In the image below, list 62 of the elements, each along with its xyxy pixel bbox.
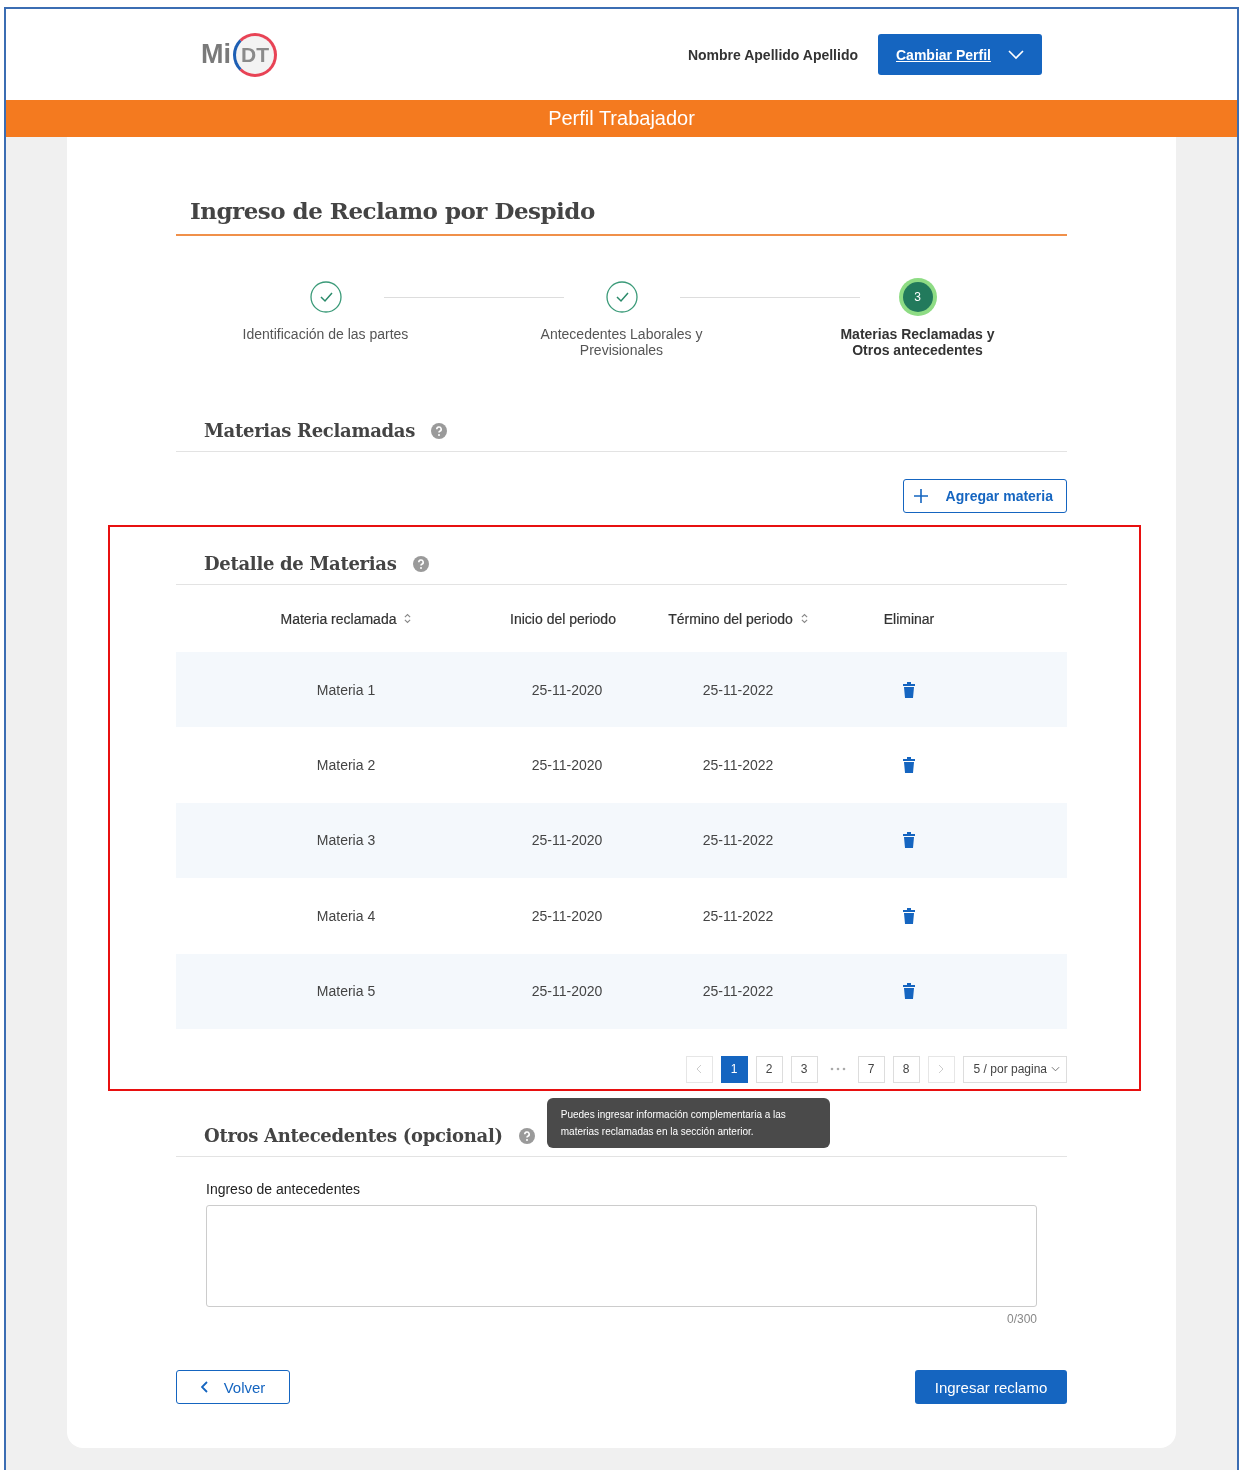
trash-icon[interactable] — [903, 832, 915, 849]
chevron-right-icon — [938, 1064, 945, 1075]
ellipsis-icon[interactable] — [829, 1067, 846, 1072]
logo-badge: DT — [233, 32, 277, 77]
table-cell: Materia 4 — [316, 907, 376, 924]
table-cell: 25-11-2020 — [531, 832, 603, 849]
change-profile-button[interactable]: Cambiar Perfil — [878, 34, 1042, 75]
table-cell: 25-11-2020 — [531, 757, 603, 774]
step-label: Identificación de las partes — [242, 326, 409, 342]
table-cell: 25-11-2022 — [702, 757, 774, 774]
column-header: Término del periodo — [668, 610, 793, 627]
column-header: Eliminar — [883, 610, 935, 627]
step-number: 3 — [902, 282, 933, 312]
trash-icon[interactable] — [903, 757, 915, 774]
table-cell: 25-11-2022 — [702, 983, 774, 1000]
add-subject-button[interactable]: Agregar materia — [902, 479, 1067, 513]
trash-icon[interactable] — [903, 907, 915, 924]
submit-button[interactable]: Ingresar reclamo — [915, 1370, 1067, 1404]
logo[interactable]: Mi DT — [201, 32, 277, 77]
column-header: Materia reclamada — [280, 610, 397, 627]
help-icon[interactable] — [518, 1127, 535, 1144]
sort-icon[interactable] — [404, 613, 412, 624]
page-button[interactable]: 1 — [720, 1055, 748, 1083]
section-title: Materias Reclamadas — [204, 420, 415, 441]
table-cell: 25-11-2020 — [531, 681, 603, 698]
page-button[interactable]: 8 — [892, 1055, 920, 1083]
help-icon[interactable] — [431, 422, 447, 439]
table-cell: 25-11-2022 — [702, 681, 774, 698]
logo-text: Mi — [201, 39, 231, 70]
section-title: Detalle de Materias — [204, 553, 397, 574]
table-cell: Materia 3 — [316, 832, 376, 849]
page-size-select[interactable]: 5 / por pagina — [962, 1055, 1067, 1083]
chevron-down-icon — [1008, 49, 1024, 60]
profile-title: Perfil Trabajador — [548, 107, 695, 130]
help-icon[interactable] — [412, 555, 429, 572]
table-cell: 25-11-2022 — [702, 832, 774, 849]
table-cell: Materia 1 — [316, 681, 376, 698]
chevron-left-icon — [696, 1064, 703, 1075]
table-cell: Materia 5 — [316, 983, 376, 1000]
table-cell: Materia 2 — [316, 757, 376, 774]
table-cell: 25-11-2020 — [531, 983, 603, 1000]
table-cell: 25-11-2022 — [702, 907, 774, 924]
plus-icon — [913, 489, 928, 503]
chevron-left-icon — [200, 1381, 208, 1393]
section-title: Otros Antecedentes (opcional) — [204, 1125, 503, 1146]
column-header: Inicio del periodo — [510, 610, 616, 627]
page-button[interactable]: 3 — [790, 1055, 818, 1083]
step-label: Materias Reclamadas y Otros antecedentes — [839, 326, 996, 358]
field-label: Ingreso de antecedentes — [206, 1181, 362, 1197]
trash-icon[interactable] — [903, 983, 915, 1000]
user-name: Nombre Apellido Apellido — [687, 46, 858, 63]
step-label: Antecedentes Laborales y Previsionales — [539, 326, 704, 358]
page-button[interactable]: 2 — [755, 1055, 783, 1083]
page-button[interactable]: 7 — [857, 1055, 885, 1083]
sort-icon[interactable] — [800, 613, 808, 624]
page-title: Ingreso de Reclamo por Despido — [176, 137, 1067, 236]
table-cell: 25-11-2020 — [531, 907, 603, 924]
tooltip: Puedes ingresar información complementaria a las materias reclamadas en la sección anterior. — [546, 1097, 830, 1148]
chevron-down-icon — [1051, 1066, 1060, 1073]
trash-icon[interactable] — [903, 681, 915, 698]
character-counter: 0/300 — [1006, 1312, 1037, 1326]
back-button[interactable]: Volver — [176, 1370, 290, 1404]
